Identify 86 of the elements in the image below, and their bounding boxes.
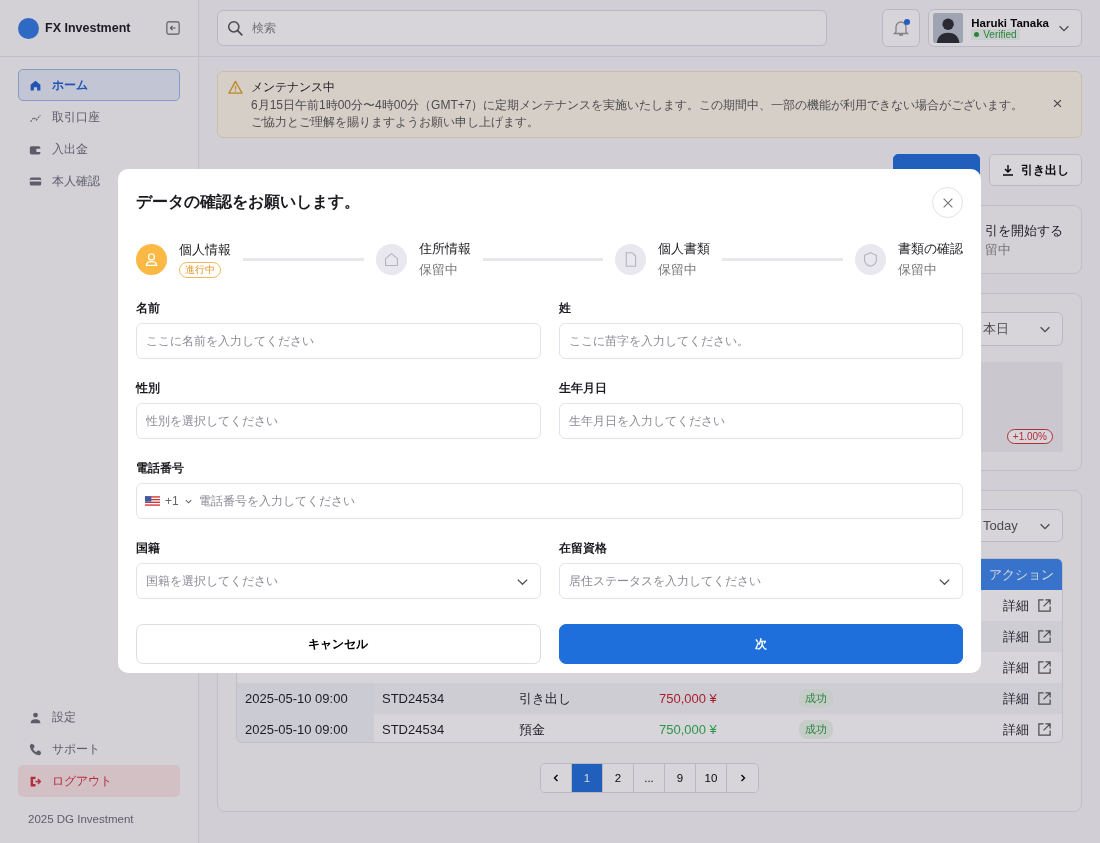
user-menu[interactable]: Haruki Tanaka Verified (928, 9, 1082, 47)
change-badge: +1.00% (1006, 429, 1053, 444)
flag-icon (145, 496, 160, 506)
external-link-icon[interactable] (1037, 691, 1052, 707)
nav-item[interactable]: ホーム (18, 69, 180, 101)
nav-item[interactable]: 設定 (18, 701, 180, 733)
table-cell: 預金 (519, 720, 545, 739)
collapse-icon[interactable] (166, 21, 180, 35)
country-code[interactable]: +1 (165, 494, 179, 508)
logout-icon (29, 774, 42, 788)
card-title: 引を開始する (985, 221, 1063, 240)
status-text: 留中 (985, 240, 1011, 259)
brand-name: FX Investment (45, 21, 132, 35)
nav-item[interactable]: ログアウト (18, 765, 180, 797)
status-badge: 成功 (799, 720, 833, 740)
details-link[interactable]: 詳細 (1003, 596, 1029, 615)
search-field[interactable]: 検索 (217, 10, 827, 46)
step-label: 書類の確認 (898, 240, 963, 258)
details-link[interactable]: 詳細 (1003, 689, 1029, 708)
step-label: 個人情報 (179, 241, 231, 259)
details-link[interactable]: 詳細 (1003, 720, 1029, 739)
field-label: 名前 (136, 301, 161, 316)
step-status: 保留中 (418, 261, 458, 279)
field-label: 性別 (136, 381, 161, 396)
table-cell: STD24534 (382, 722, 445, 738)
page-button[interactable]: 2 (603, 763, 634, 792)
input-field[interactable]: 生年月日を入力してください (558, 403, 963, 439)
avatar-icon (933, 12, 964, 44)
copyright-text: 2025 DG Investment (27, 812, 135, 827)
home-icon (29, 78, 42, 92)
external-link-icon[interactable] (1037, 660, 1052, 676)
external-link-icon[interactable] (1037, 722, 1052, 738)
withdraw-button[interactable]: 引き出し (989, 154, 1082, 186)
step-label: 住所情報 (418, 240, 471, 258)
nav-item[interactable]: 取引口座 (18, 101, 180, 133)
status-badge: 成功 (799, 689, 833, 709)
page-button[interactable]: 9 (665, 763, 696, 792)
details-link[interactable]: 詳細 (1003, 627, 1029, 646)
field-label: 姓 (558, 301, 572, 316)
amount-cell: 750,000 ¥ (659, 722, 717, 738)
user-icon (143, 251, 160, 268)
table-cell: STD24534 (382, 691, 445, 707)
cancel-button[interactable]: キャンセル (136, 624, 541, 664)
verified-badge: Verified (971, 28, 1020, 40)
input-field[interactable]: ここに名前を入力してください (136, 323, 541, 359)
table-cell: 2025-05-10 09:00 (245, 691, 348, 707)
next-button[interactable]: 次 (558, 624, 963, 664)
amount-cell: 750,000 ¥ (659, 691, 717, 707)
input-field[interactable]: 性別を選択してください (136, 403, 541, 439)
logo-icon (18, 17, 39, 39)
details-link[interactable]: 詳細 (1003, 658, 1029, 677)
external-link-icon[interactable] (1037, 598, 1052, 614)
page-button[interactable]: 10 (696, 763, 727, 792)
phone-icon (29, 742, 42, 756)
table-cell: 引き出し (519, 689, 571, 708)
field-label: 生年月日 (558, 381, 608, 396)
home-icon (382, 251, 400, 268)
bell-icon (891, 18, 911, 38)
field-label: 国籍 (136, 541, 161, 556)
page-button[interactable]: ... (634, 763, 665, 792)
step-status: 保留中 (898, 261, 937, 279)
chevron-left-icon (551, 773, 561, 784)
close-icon[interactable] (1052, 98, 1063, 109)
notification-button[interactable] (882, 9, 920, 47)
search-icon (227, 20, 244, 37)
nav-item[interactable]: サポート (18, 733, 180, 765)
select-field[interactable]: 居住ステータスを入力してください (558, 563, 963, 599)
field-label: 電話番号 (136, 461, 185, 476)
shield-icon (862, 251, 879, 268)
table-cell: 2025-05-10 09:00 (245, 722, 348, 738)
download-icon (1002, 164, 1014, 176)
field-label: 在留資格 (558, 541, 608, 556)
external-link-icon[interactable] (1037, 629, 1052, 645)
page-button[interactable]: 1 (572, 763, 603, 792)
step-label: 個人書類 (658, 240, 711, 258)
step-status: 保留中 (658, 261, 698, 279)
input-field[interactable]: ここに苗字を入力してください。 (558, 323, 963, 359)
nav-item[interactable]: 入出金 (18, 133, 180, 165)
card-icon (29, 174, 42, 188)
alert-title: メンテナンス中 (251, 79, 336, 96)
user-icon (29, 710, 42, 724)
alert-message: 6月15日午前1時00分〜4時00分（GMT+7）に定期メンテナンスを実施いたします。この期間中、一部の機能が利用できない場合がございます。ご協力とご理解を賜りますようお願い申し上げます。 (251, 97, 1025, 131)
modal-title: データの確認をお願いします。 (136, 192, 360, 212)
warning-icon (228, 80, 243, 95)
user-name: Haruki Tanaka (971, 16, 1049, 29)
select-field[interactable]: 国籍を選択してください (136, 563, 541, 599)
